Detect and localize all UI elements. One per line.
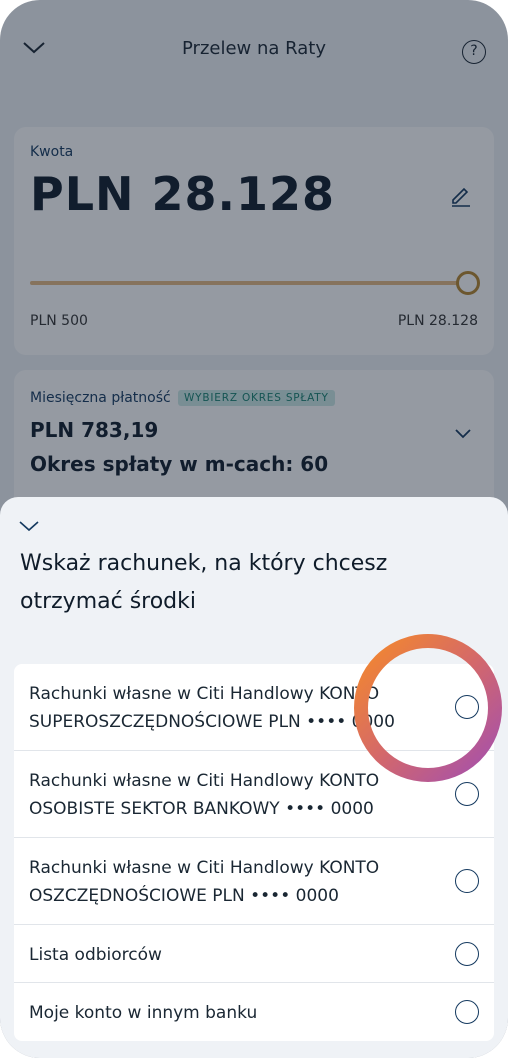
list-item[interactable]: Rachunki własne w Citi Handlowy KONTO OS… bbox=[14, 751, 494, 838]
option-label: Rachunki własne w Citi Handlowy KONTO OS… bbox=[29, 771, 380, 819]
radio-icon[interactable] bbox=[455, 1000, 479, 1024]
bottom-sheet: Wskaż rachunek, na który chcesz otrzymać… bbox=[0, 497, 508, 1058]
option-label: Moje konto w innym banku bbox=[29, 1003, 258, 1023]
option-label: Rachunki własne w Citi Handlowy KONTO OS… bbox=[29, 858, 380, 906]
list-item[interactable]: Lista odbiorców bbox=[14, 925, 494, 983]
radio-icon[interactable] bbox=[455, 695, 479, 719]
list-item[interactable]: Rachunki własne w Citi Handlowy KONTO SU… bbox=[14, 664, 494, 751]
radio-icon[interactable] bbox=[455, 782, 479, 806]
list-item[interactable]: Rachunki własne w Citi Handlowy KONTO OS… bbox=[14, 838, 494, 925]
radio-icon[interactable] bbox=[455, 869, 479, 893]
account-list: Rachunki własne w Citi Handlowy KONTO SU… bbox=[14, 664, 494, 1041]
option-label: Rachunki własne w Citi Handlowy KONTO SU… bbox=[29, 684, 395, 732]
sheet-heading: Wskaż rachunek, na który chcesz otrzymać… bbox=[20, 551, 388, 614]
chevron-down-icon[interactable] bbox=[18, 519, 40, 533]
list-item[interactable]: Moje konto w innym banku bbox=[14, 983, 494, 1041]
radio-icon[interactable] bbox=[455, 941, 479, 966]
phone-screen: Przelew na Raty ? Kwota PLN 28.128 PLN 5… bbox=[0, 0, 508, 1058]
option-label: Lista odbiorców bbox=[29, 945, 162, 965]
